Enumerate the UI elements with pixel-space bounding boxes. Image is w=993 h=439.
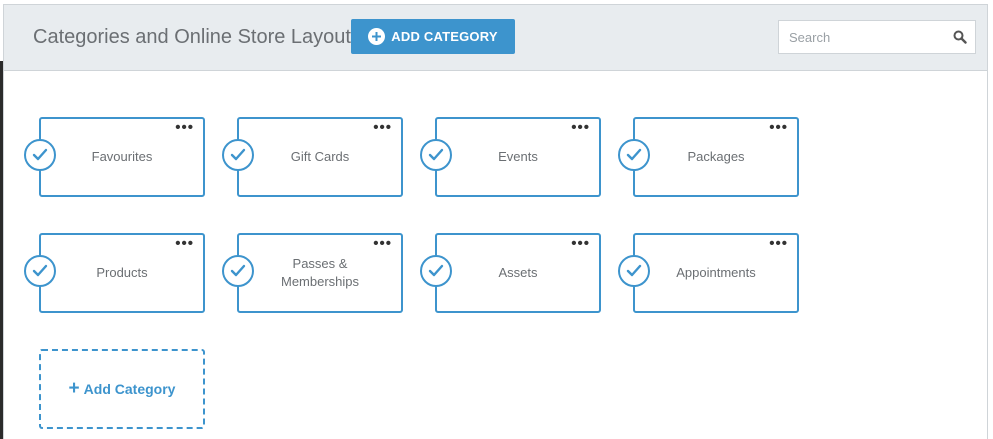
- category-tile-appointments[interactable]: Appointments •••: [633, 233, 799, 313]
- more-options-icon[interactable]: •••: [571, 236, 590, 251]
- check-circle-icon[interactable]: [24, 255, 56, 287]
- category-tile-events[interactable]: Events •••: [435, 117, 601, 197]
- search-input[interactable]: [779, 21, 969, 53]
- more-options-icon[interactable]: •••: [175, 120, 194, 135]
- check-circle-icon[interactable]: [24, 139, 56, 171]
- panel-header: Categories and Online Store Layout ADD C…: [4, 5, 987, 71]
- more-options-icon[interactable]: •••: [175, 236, 194, 251]
- more-options-icon[interactable]: •••: [373, 120, 392, 135]
- check-circle-icon[interactable]: [222, 139, 254, 171]
- check-circle-icon[interactable]: [420, 255, 452, 287]
- add-category-button-label: ADD CATEGORY: [391, 29, 498, 44]
- category-tile-favourites[interactable]: Favourites •••: [39, 117, 205, 197]
- check-circle-icon[interactable]: [618, 139, 650, 171]
- more-options-icon[interactable]: •••: [769, 120, 788, 135]
- page-title: Categories and Online Store Layout: [33, 26, 351, 48]
- add-category-tile[interactable]: + Add Category: [39, 349, 205, 429]
- category-tile-assets[interactable]: Assets •••: [435, 233, 601, 313]
- search-box[interactable]: [778, 20, 976, 54]
- add-category-button[interactable]: ADD CATEGORY: [351, 19, 515, 54]
- search-icon[interactable]: [953, 30, 967, 49]
- more-options-icon[interactable]: •••: [571, 120, 590, 135]
- category-tile-products[interactable]: Products •••: [39, 233, 205, 313]
- add-category-tile-label: Add Category: [83, 381, 176, 397]
- more-options-icon[interactable]: •••: [769, 236, 788, 251]
- plus-circle-icon: [368, 28, 386, 45]
- check-circle-icon[interactable]: [222, 255, 254, 287]
- more-options-icon[interactable]: •••: [373, 236, 392, 251]
- category-tile-packages[interactable]: Packages •••: [633, 117, 799, 197]
- check-circle-icon[interactable]: [420, 139, 452, 171]
- category-tile-gift-cards[interactable]: Gift Cards •••: [237, 117, 403, 197]
- plus-icon: +: [68, 378, 80, 399]
- category-tile-passes-memberships[interactable]: Passes & Memberships •••: [237, 233, 403, 313]
- check-circle-icon[interactable]: [618, 255, 650, 287]
